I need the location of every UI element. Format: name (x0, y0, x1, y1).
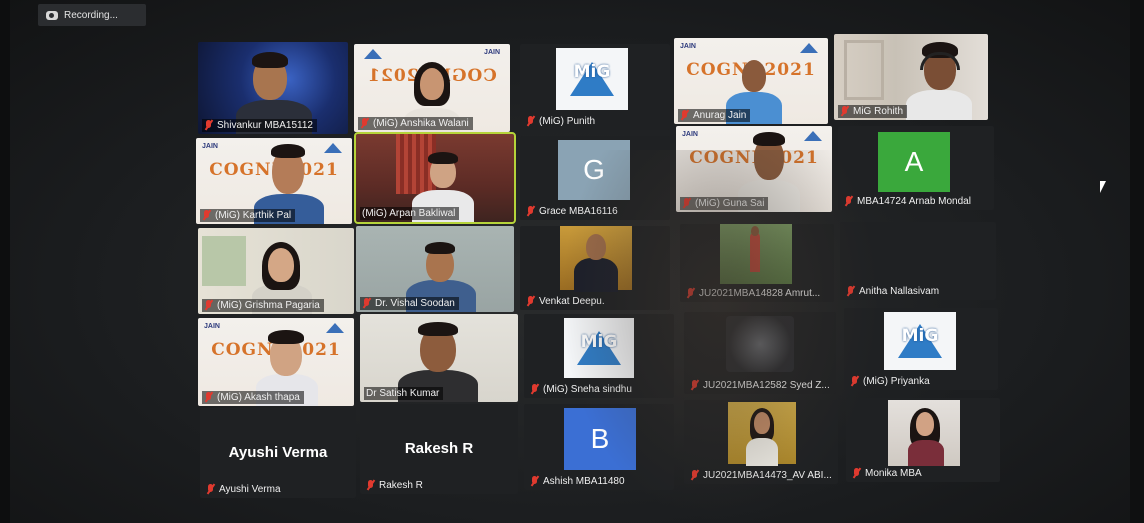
video-tile-guna[interactable]: JAIN COGNI 2021 (MiG) Guna Sai (676, 126, 832, 212)
participant-name: Monika MBA (850, 467, 926, 480)
video-tile-ayushi[interactable]: Ayushi Verma Ayushi Verma (200, 408, 356, 498)
video-tile-satish[interactable]: Dr Satish Kumar (360, 314, 518, 402)
participant-name: (MiG) Grishma Pagaria (202, 299, 324, 312)
participant-name: Anitha Nallasivam (844, 285, 943, 298)
mig-logo-icon (362, 49, 384, 59)
muted-mic-icon (690, 470, 699, 481)
video-tile-arnab[interactable]: A MBA14724 Arnab Mondal (838, 126, 994, 210)
muted-mic-icon (690, 380, 699, 391)
participant-name: JU2021MBA14473_AV ABI... (688, 469, 836, 482)
muted-mic-icon (680, 110, 689, 121)
avatar-initial: G (558, 140, 630, 200)
video-tile-arpan-active-speaker[interactable]: (MiG) Arpan Bakliwal (354, 132, 516, 224)
video-tile-anshika[interactable]: JAIN COGNI 2021 (MiG) Anshika Walani (354, 44, 510, 132)
video-tile-rakesh[interactable]: Rakesh R Rakesh R (360, 404, 518, 494)
muted-mic-icon (530, 384, 539, 395)
mig-logo-icon (802, 131, 824, 141)
jain-logo-text: JAIN (204, 323, 220, 330)
muted-mic-icon (204, 300, 213, 311)
avatar-initial: B (564, 408, 636, 470)
jain-logo-text: JAIN (680, 43, 696, 50)
participant-name: Anurag Jain (678, 109, 751, 122)
participant-name: (MiG) Anshika Walani (358, 117, 473, 130)
participant-name: Dr. Vishal Soodan (360, 297, 459, 310)
video-tile-ashish[interactable]: B Ashish MBA11480 (524, 404, 674, 490)
record-icon (46, 10, 58, 20)
participant-name: MBA14724 Arnab Mondal (842, 195, 975, 208)
monitor-bezel-right (1130, 0, 1144, 523)
video-tile-rohith[interactable]: MiG Rohith (834, 34, 988, 120)
participant-name: JU2021MBA12582 Syed Z... (688, 379, 834, 392)
muted-mic-icon (852, 468, 861, 479)
muted-mic-icon (204, 120, 213, 131)
participant-name: (MiG) Guna Sai (680, 197, 769, 210)
muted-mic-icon (206, 484, 215, 495)
video-tile-venkat[interactable]: Venkat Deepu. (520, 226, 670, 310)
participant-name: Ashish MBA11480 (528, 475, 629, 488)
muted-mic-icon (846, 286, 855, 297)
monitor-bezel-left (0, 0, 10, 523)
mig-logo-icon (324, 323, 346, 333)
video-tile-monika[interactable]: Monika MBA (846, 398, 1000, 482)
muted-mic-icon (850, 376, 859, 387)
video-tile-akash[interactable]: JAIN COGNI 2021 (MiG) Akash thapa (198, 318, 354, 406)
recording-label: Recording... (64, 9, 118, 21)
muted-mic-icon (526, 206, 535, 217)
avatar-initial: A (878, 132, 950, 192)
participant-name: (MiG) Sneha sindhu (528, 383, 636, 396)
participant-name: Ayushi Verma (204, 483, 285, 496)
video-tile-grace[interactable]: G Grace MBA16116 (520, 136, 670, 220)
muted-mic-icon (360, 118, 369, 129)
muted-mic-icon (682, 198, 691, 209)
muted-mic-icon (530, 476, 539, 487)
video-tile-anurag[interactable]: JAIN COGNI 2021 Anurag Jain (674, 38, 828, 124)
jain-logo-text: JAIN (202, 143, 218, 150)
mouse-cursor-icon (1100, 181, 1106, 193)
mig-logo-image: MiG (884, 312, 956, 370)
video-tile-anitha[interactable]: Anitha Nallasivam (840, 222, 996, 300)
participant-name: Shivankur MBA15112 (202, 119, 317, 132)
participant-name: (MiG) Punith (524, 115, 599, 128)
participant-name: JU2021MBA14828 Amrut... (684, 287, 824, 300)
muted-mic-icon (686, 288, 695, 299)
mig-logo-icon (322, 143, 344, 153)
video-tile-vishal[interactable]: Dr. Vishal Soodan (356, 226, 514, 312)
participant-name: MiG Rohith (838, 105, 908, 118)
video-tile-av-abi[interactable]: JU2021MBA14473_AV ABI... (684, 400, 838, 484)
video-tile-karthik[interactable]: JAIN COGNI 2021 (MiG) Karthik Pal (196, 138, 352, 224)
jain-logo-text: JAIN (682, 131, 698, 138)
video-tile-grishma[interactable]: (MiG) Grishma Pagaria (198, 228, 354, 314)
mig-logo-icon (798, 43, 820, 53)
muted-mic-icon (204, 392, 213, 403)
mig-logo-image: MiG (564, 318, 634, 378)
participant-name: Venkat Deepu. (524, 295, 609, 308)
mig-logo-image: MiG (556, 48, 628, 110)
participant-name: (MiG) Arpan Bakliwal (360, 207, 460, 220)
participant-name: Dr Satish Kumar (364, 387, 444, 400)
zoom-meeting-screen: Recording... Shivankur MBA15112 JAIN COG… (0, 0, 1144, 523)
muted-mic-icon (366, 480, 375, 491)
recording-indicator[interactable]: Recording... (38, 4, 146, 26)
jain-logo-text: JAIN (484, 49, 500, 56)
participant-name: (MiG) Karthik Pal (200, 209, 296, 222)
video-tile-priyanka[interactable]: MiG (MiG) Priyanka (844, 308, 998, 390)
muted-mic-icon (840, 106, 849, 117)
video-tile-shivankur[interactable]: Shivankur MBA15112 (198, 42, 348, 134)
muted-mic-icon (526, 296, 535, 307)
muted-mic-icon (526, 116, 535, 127)
participant-name: (MiG) Akash thapa (202, 391, 304, 404)
participant-name: (MiG) Priyanka (848, 375, 934, 388)
video-tile-amrut[interactable]: JU2021MBA14828 Amrut... (680, 224, 834, 302)
muted-mic-icon (202, 210, 211, 221)
participant-display-name: Ayushi Verma (228, 444, 328, 461)
video-tile-punith[interactable]: MiG (MiG) Punith (520, 44, 670, 130)
muted-mic-icon (844, 196, 853, 207)
muted-mic-icon (362, 298, 371, 309)
participant-name: Grace MBA16116 (524, 205, 622, 218)
participant-display-name: Rakesh R (404, 440, 474, 457)
video-tile-syed[interactable]: JU2021MBA12582 Syed Z... (684, 312, 836, 394)
participant-name: Rakesh R (364, 479, 427, 492)
video-tile-sneha[interactable]: MiG (MiG) Sneha sindhu (524, 314, 674, 398)
